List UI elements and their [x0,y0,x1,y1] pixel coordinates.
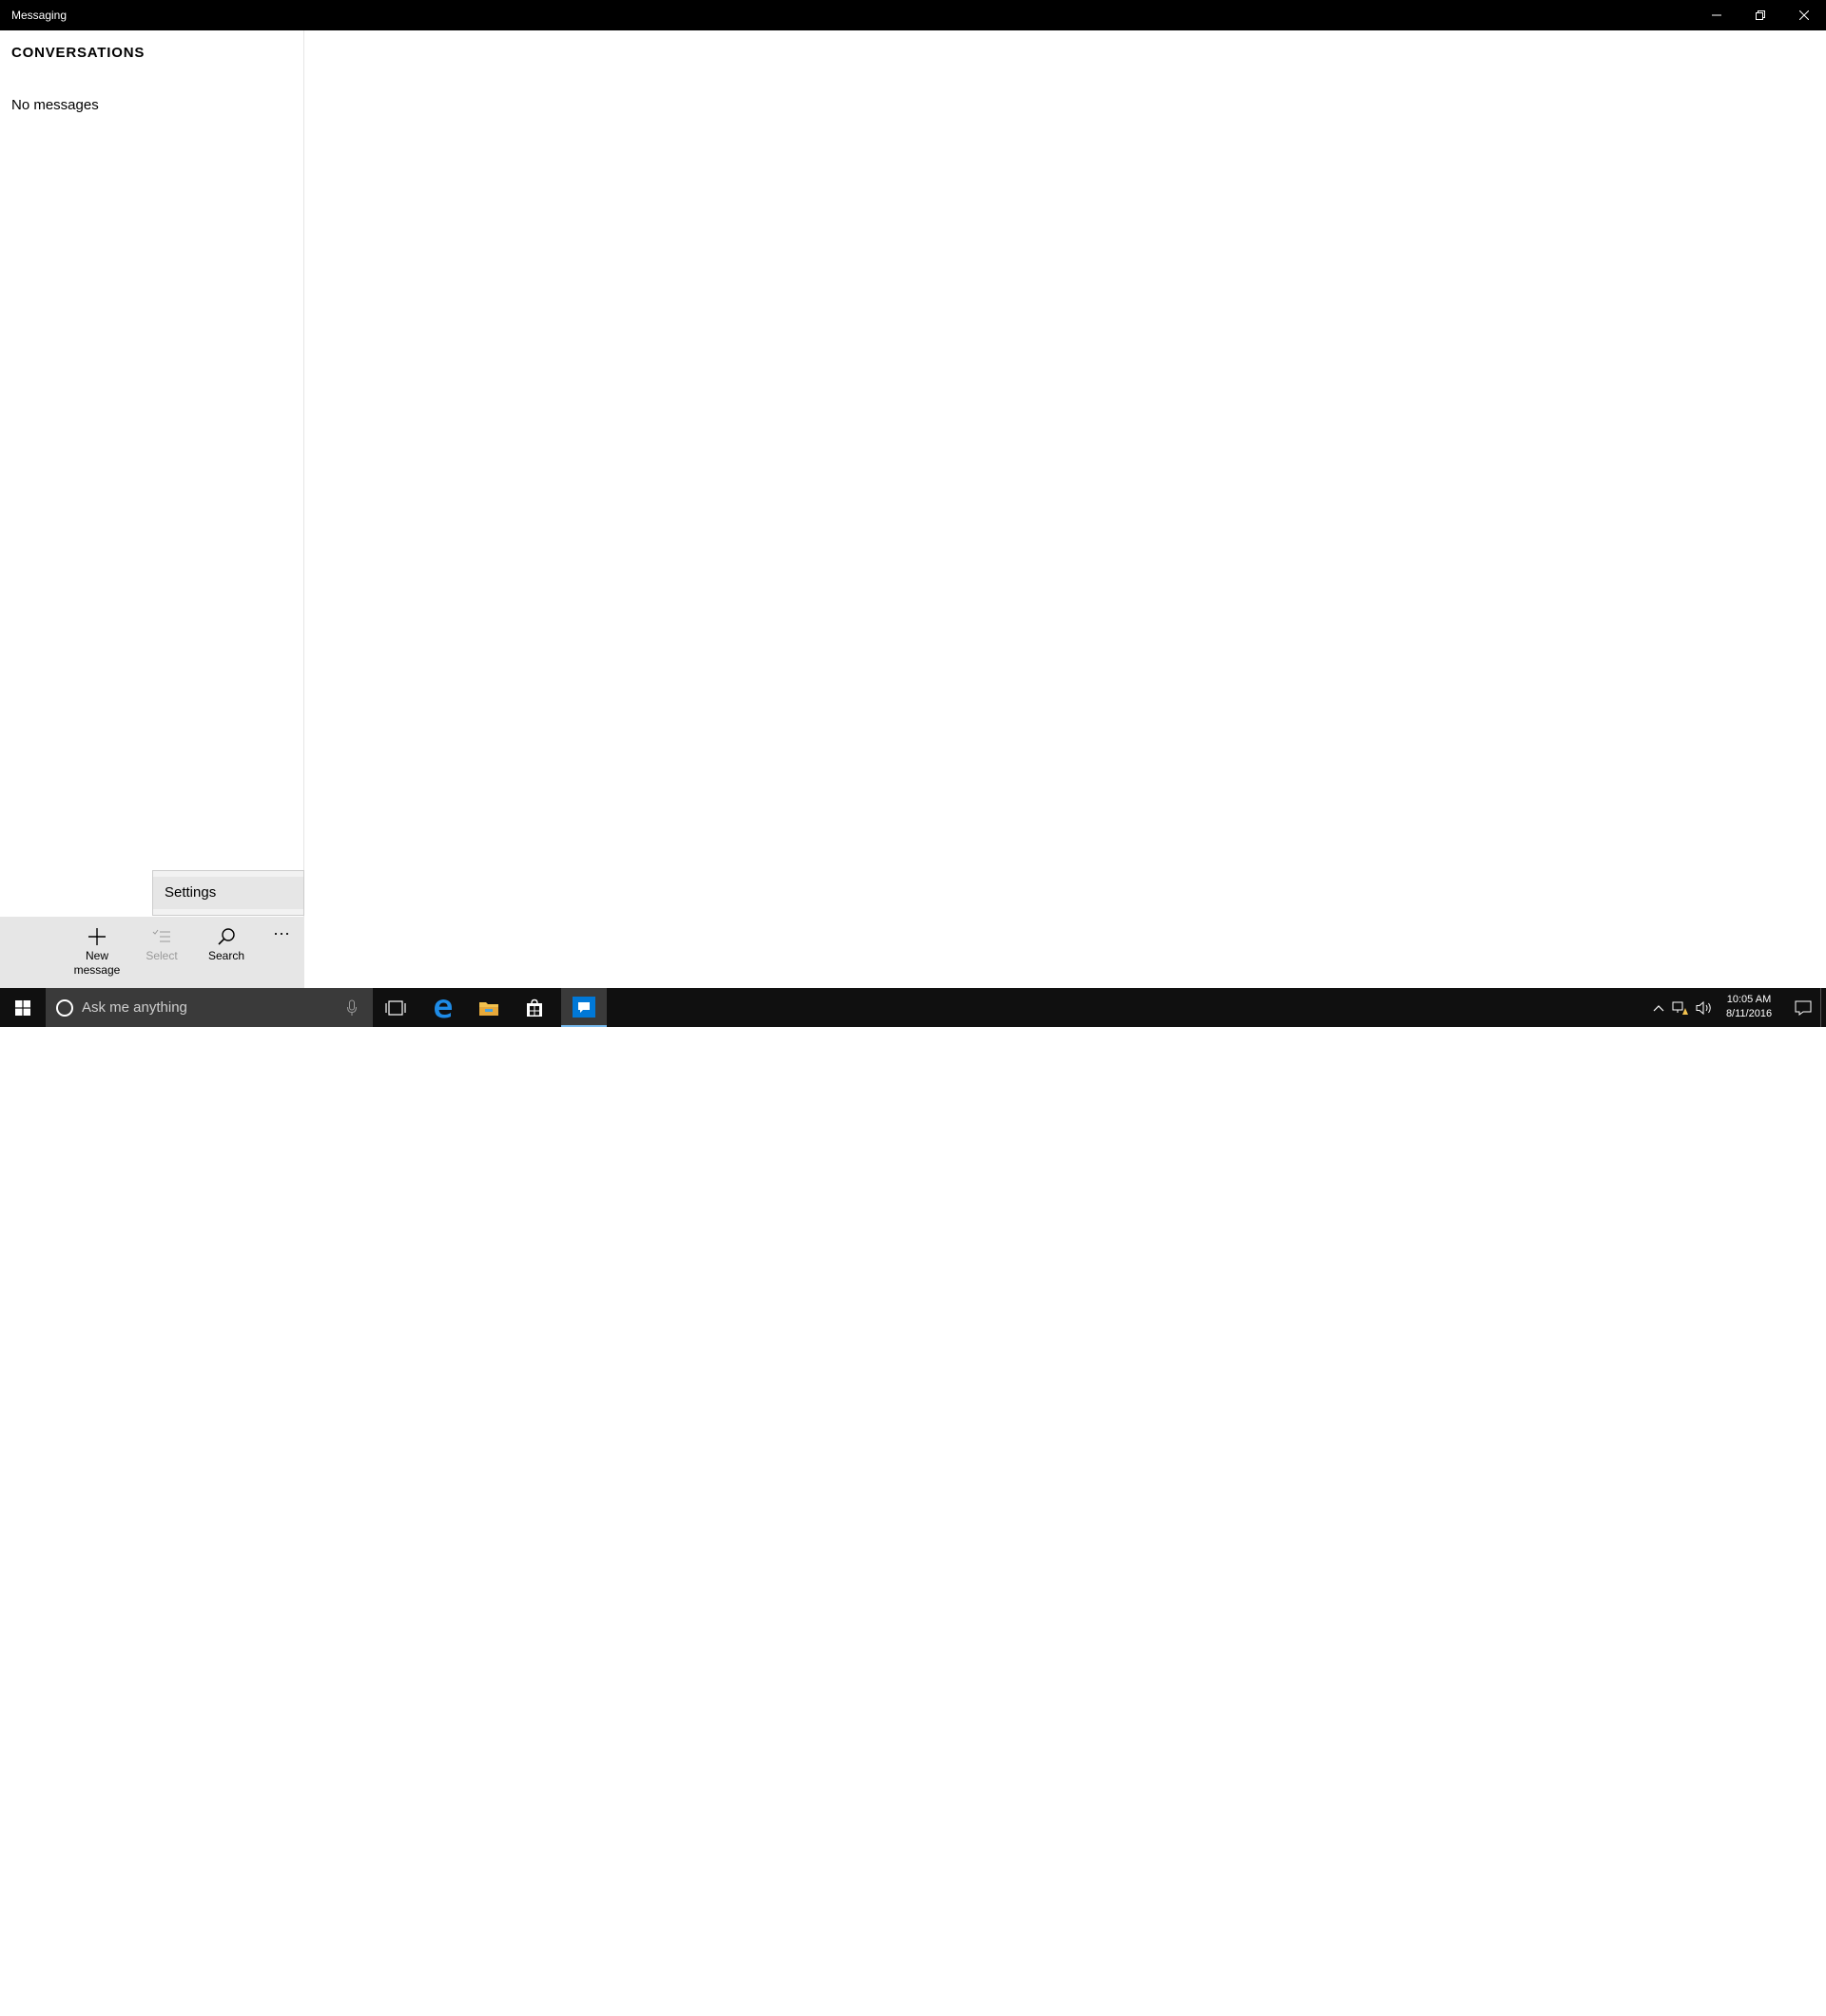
notification-icon [1795,1000,1812,1016]
speaker-icon [1696,1000,1711,1015]
more-options-button[interactable]: ··· [268,924,295,947]
conversations-pane: CONVERSATIONS No messages [0,30,304,988]
new-message-button[interactable]: New message [65,926,129,978]
network-warning-icon [1672,1001,1688,1015]
task-view-button[interactable] [373,988,418,1027]
title-bar: Messaging [0,0,1826,30]
edge-taskbar-button[interactable] [420,988,466,1027]
restore-icon [1756,10,1765,20]
minimize-icon [1712,14,1721,16]
window-title: Messaging [11,9,68,22]
cortana-icon [56,999,73,1017]
windows-logo-icon [15,999,30,1016]
no-messages-text: No messages [11,97,99,113]
show-desktop-button[interactable] [1820,988,1826,1027]
edge-icon [435,998,452,1018]
store-taskbar-button[interactable] [512,988,557,1027]
select-list-icon [152,929,170,942]
close-button[interactable] [1782,0,1826,30]
search-label: Search [207,949,245,962]
new-message-label: New message [73,949,121,977]
show-hidden-icons-button[interactable] [1649,988,1668,1027]
start-button[interactable] [0,988,46,1027]
search-button[interactable]: Search [194,926,259,963]
overflow-menu: Settings [152,870,304,916]
conversation-detail-area [305,30,1826,988]
conversations-heading: CONVERSATIONS [11,45,146,61]
cortana-search-input[interactable] [80,988,327,1027]
file-explorer-icon [479,1001,498,1016]
network-button[interactable] [1670,988,1691,1027]
chevron-up-icon [1653,1004,1664,1011]
plus-icon [88,928,106,945]
action-center-button[interactable] [1784,988,1822,1027]
minimize-button[interactable] [1695,0,1739,30]
menu-item-settings[interactable]: Settings [153,877,303,909]
messaging-icon [573,996,595,1018]
store-icon [527,998,542,1017]
taskbar-clock[interactable]: 10:05 AM 8/11/2016 [1718,993,1780,1021]
microphone-icon[interactable] [346,999,358,1017]
search-icon [218,928,235,945]
task-view-icon [385,999,406,1016]
book-logo-icon [1592,1981,1634,2015]
select-label: Select [146,949,178,962]
cortana-search-box[interactable] [46,988,373,1027]
command-bar: New message Select Search ··· [0,917,304,988]
restore-button[interactable] [1739,0,1782,30]
close-icon [1799,10,1809,20]
file-explorer-taskbar-button[interactable] [466,988,512,1027]
taskbar: The Collection Book 10:05 AM 8/11/2016 [0,988,1826,2015]
messaging-taskbar-button[interactable] [561,988,607,1027]
clock-time: 10:05 AM [1726,994,1772,1005]
watermark: The Collection Book [1586,1973,1800,2016]
volume-button[interactable] [1693,988,1716,1027]
clock-date: 8/11/2016 [1725,1008,1773,1019]
select-button[interactable]: Select [129,926,194,963]
